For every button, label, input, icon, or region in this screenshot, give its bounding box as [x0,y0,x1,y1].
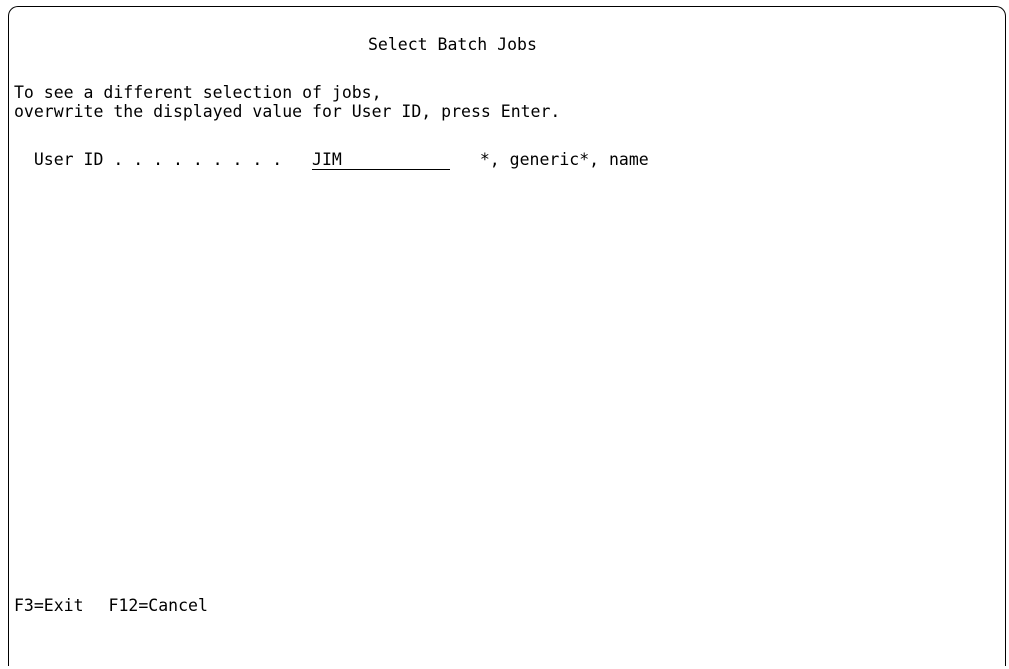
function-key-bar: F3=Exit F12=Cancel [14,596,233,615]
user-id-allowed-values: *, generic*, name [479,150,649,169]
screen-title: Select Batch Jobs [368,35,537,54]
f12-cancel-key[interactable]: F12=Cancel [109,596,208,615]
user-id-row: User ID . . . . . . . . . *, generic*, n… [14,150,649,170]
user-id-input[interactable] [312,150,451,170]
user-id-label: User ID . . . . . . . . . [33,150,283,169]
f3-exit-key[interactable]: F3=Exit [14,596,84,615]
instruction-line-2: overwrite the displayed value for User I… [14,102,561,121]
instruction-line-1: To see a different selection of jobs, [14,83,382,102]
terminal-screen: Select Batch Jobs To see a different sel… [8,6,1006,666]
